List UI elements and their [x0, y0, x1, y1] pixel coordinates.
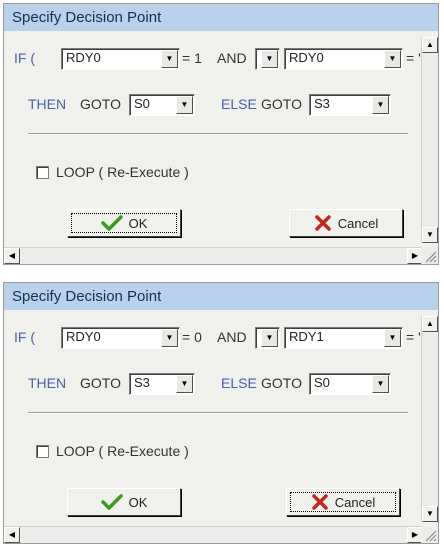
decision-dialog-2: Specify Decision Point IF ( RDY0 ▼ = 0 A… — [3, 282, 439, 544]
scroll-down-icon[interactable]: ▼ — [422, 506, 438, 522]
and-label: AND — [217, 329, 247, 345]
ok-label: OK — [128, 215, 148, 231]
else-target-combo[interactable]: S0 ▼ — [309, 373, 391, 395]
logic-operator-combo[interactable]: ▼ — [255, 327, 280, 349]
chevron-down-icon[interactable]: ▼ — [161, 329, 178, 347]
goto-label: GOTO — [80, 375, 121, 391]
loop-checkbox[interactable] — [36, 166, 49, 179]
close-icon — [312, 494, 328, 510]
chevron-down-icon[interactable]: ▼ — [176, 375, 193, 393]
condition-1-value: RDY0 — [66, 50, 101, 65]
else-target-value: S3 — [314, 96, 330, 111]
loop-label: LOOP ( Re-Execute ) — [56, 164, 189, 180]
separator — [28, 133, 408, 135]
chevron-down-icon[interactable]: ▼ — [384, 50, 401, 68]
then-target-combo[interactable]: S3 ▼ — [129, 373, 195, 395]
checkmark-icon — [100, 215, 123, 231]
close-icon — [315, 215, 331, 231]
chevron-down-icon[interactable]: ▼ — [161, 50, 178, 68]
condition-1-value: RDY0 — [66, 329, 101, 344]
condition-2-combo[interactable]: RDY1 ▼ — [284, 327, 403, 349]
cancel-button[interactable]: Cancel — [286, 488, 400, 516]
chevron-down-icon[interactable]: ▼ — [372, 96, 389, 114]
goto-label: GOTO — [261, 96, 302, 112]
vertical-scrollbar[interactable]: ▲ ▼ — [421, 37, 438, 243]
scroll-left-icon[interactable]: ◀ — [4, 527, 20, 543]
cancel-button[interactable]: Cancel — [289, 209, 403, 237]
cancel-label: Cancel — [337, 215, 379, 231]
checkmark-icon — [100, 494, 123, 510]
condition-2-value: RDY1 — [289, 329, 324, 344]
ok-button[interactable]: OK — [67, 488, 181, 516]
decision-dialog-1: Specify Decision Point IF ( RDY0 ▼ = 1 A… — [3, 3, 439, 265]
then-target-combo[interactable]: S0 ▼ — [129, 94, 195, 116]
then-target-value: S3 — [134, 375, 150, 390]
horizontal-scrollbar[interactable]: ◀ ▶ — [4, 247, 423, 264]
condition-1-combo[interactable]: RDY0 ▼ — [61, 327, 180, 349]
chevron-down-icon[interactable]: ▼ — [261, 50, 278, 68]
scroll-left-icon[interactable]: ◀ — [4, 248, 20, 264]
if-label: IF ( — [14, 50, 35, 66]
dialog-title: Specify Decision Point — [4, 4, 438, 31]
then-label: THEN — [28, 375, 67, 391]
goto-label: GOTO — [261, 375, 302, 391]
operator-1: = 1 — [182, 50, 202, 66]
scroll-up-icon[interactable]: ▲ — [422, 316, 438, 332]
resize-grip-icon[interactable] — [421, 526, 438, 543]
chevron-down-icon[interactable]: ▼ — [372, 375, 389, 393]
separator — [28, 412, 408, 414]
condition-2-combo[interactable]: RDY0 ▼ — [284, 48, 403, 70]
condition-1-combo[interactable]: RDY0 ▼ — [61, 48, 180, 70]
operator-2: = ' — [406, 329, 421, 345]
dialog-title: Specify Decision Point — [4, 283, 438, 310]
vertical-scrollbar[interactable]: ▲ ▼ — [421, 316, 438, 522]
if-label: IF ( — [14, 329, 35, 345]
cancel-label: Cancel — [334, 494, 376, 510]
else-target-value: S0 — [314, 375, 330, 390]
chevron-down-icon[interactable]: ▼ — [261, 329, 278, 347]
scroll-up-icon[interactable]: ▲ — [422, 37, 438, 53]
then-label: THEN — [28, 96, 67, 112]
else-label: ELSE — [221, 375, 257, 391]
resize-grip-icon[interactable] — [421, 247, 438, 264]
else-label: ELSE — [221, 96, 257, 112]
condition-2-value: RDY0 — [289, 50, 324, 65]
goto-label: GOTO — [80, 96, 121, 112]
operator-2: = ' — [406, 50, 421, 66]
chevron-down-icon[interactable]: ▼ — [384, 329, 401, 347]
operator-1: = 0 — [182, 329, 202, 345]
loop-checkbox[interactable] — [36, 445, 49, 458]
loop-label: LOOP ( Re-Execute ) — [56, 443, 189, 459]
ok-label: OK — [128, 494, 148, 510]
horizontal-scrollbar[interactable]: ◀ ▶ — [4, 526, 423, 543]
logic-operator-combo[interactable]: ▼ — [255, 48, 280, 70]
and-label: AND — [217, 50, 247, 66]
scroll-down-icon[interactable]: ▼ — [422, 227, 438, 243]
ok-button[interactable]: OK — [67, 209, 181, 237]
chevron-down-icon[interactable]: ▼ — [176, 96, 193, 114]
then-target-value: S0 — [134, 96, 150, 111]
else-target-combo[interactable]: S3 ▼ — [309, 94, 391, 116]
